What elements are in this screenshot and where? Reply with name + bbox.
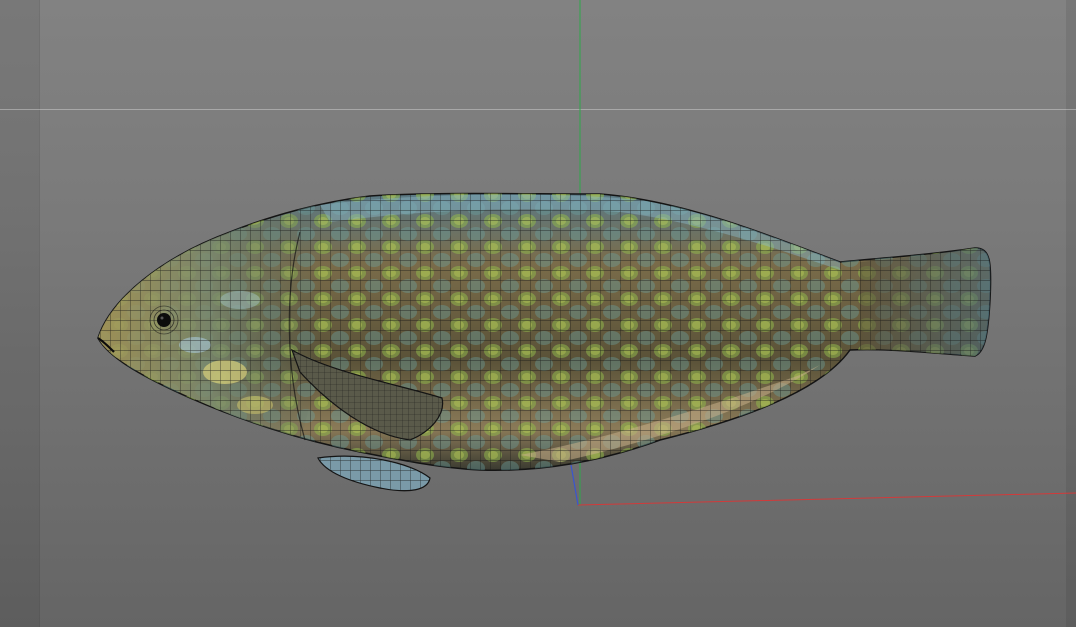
fish-model[interactable]: [90, 190, 1000, 492]
z-axis: [570, 464, 579, 506]
wireframe-overlay: [98, 193, 991, 471]
fish-eye: [149, 305, 179, 335]
3d-viewport[interactable]: [0, 0, 1076, 627]
x-axis: [577, 492, 1076, 506]
scene-canvas[interactable]: [0, 0, 1076, 627]
